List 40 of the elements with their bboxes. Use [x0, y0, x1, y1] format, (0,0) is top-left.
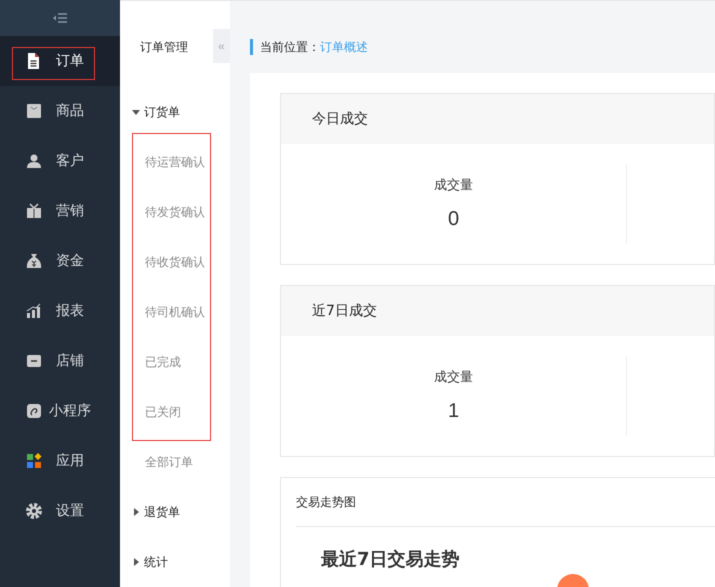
- menu-item[interactable]: 已完成: [133, 337, 210, 387]
- app-icon: [25, 402, 43, 420]
- nav-item[interactable]: 资金: [0, 236, 120, 286]
- card-title: 今日成交: [312, 110, 368, 128]
- nav-item[interactable]: 营销: [0, 186, 120, 236]
- menu-item[interactable]: 待运营确认: [133, 137, 210, 187]
- nav-item[interactable]: 客户: [0, 136, 120, 186]
- nav-item[interactable]: 设置: [0, 486, 120, 536]
- menu-item[interactable]: 已关闭: [133, 387, 210, 437]
- card-title: 近7日成交: [312, 302, 377, 320]
- bag-icon: [25, 102, 43, 120]
- stat-label: 成交量: [434, 177, 473, 194]
- menu-item[interactable]: 待发货确认: [133, 187, 210, 237]
- nav-item[interactable]: 应用: [0, 436, 120, 486]
- menu-group[interactable]: 订货单: [120, 87, 230, 137]
- gift-icon: [25, 202, 43, 220]
- store-icon: [25, 352, 43, 370]
- money-bag-icon: [25, 252, 43, 270]
- chart-heading: 最近7日交易走势: [321, 548, 461, 571]
- breadcrumb: 当前位置：订单概述: [250, 39, 715, 55]
- bar-chart-icon: [25, 302, 43, 320]
- card-title: 交易走势图: [296, 478, 715, 527]
- stat-value: 0: [448, 208, 460, 231]
- menu-item[interactable]: 全部订单: [120, 437, 230, 487]
- nav-item[interactable]: 报表: [0, 286, 120, 336]
- nav-item[interactable]: 订单: [0, 36, 120, 86]
- nav-item[interactable]: 店铺: [0, 336, 120, 386]
- person-icon: [25, 152, 43, 170]
- section-title: 订单管理: [140, 39, 188, 56]
- nav-item[interactable]: 小程序: [0, 386, 120, 436]
- stat-label: 成交量: [434, 369, 473, 386]
- menu-item[interactable]: 待司机确认: [133, 287, 210, 337]
- menu-group[interactable]: 退货单: [120, 487, 230, 537]
- nav-item[interactable]: 商品: [0, 86, 120, 136]
- collapse-menu-icon[interactable]: [53, 13, 67, 23]
- menu-group[interactable]: 统计: [120, 537, 230, 587]
- menu-item[interactable]: 待收货确认: [133, 237, 210, 287]
- stat-value: 1: [448, 400, 460, 423]
- grid-icon: [25, 452, 43, 470]
- settings-icon: [25, 502, 43, 520]
